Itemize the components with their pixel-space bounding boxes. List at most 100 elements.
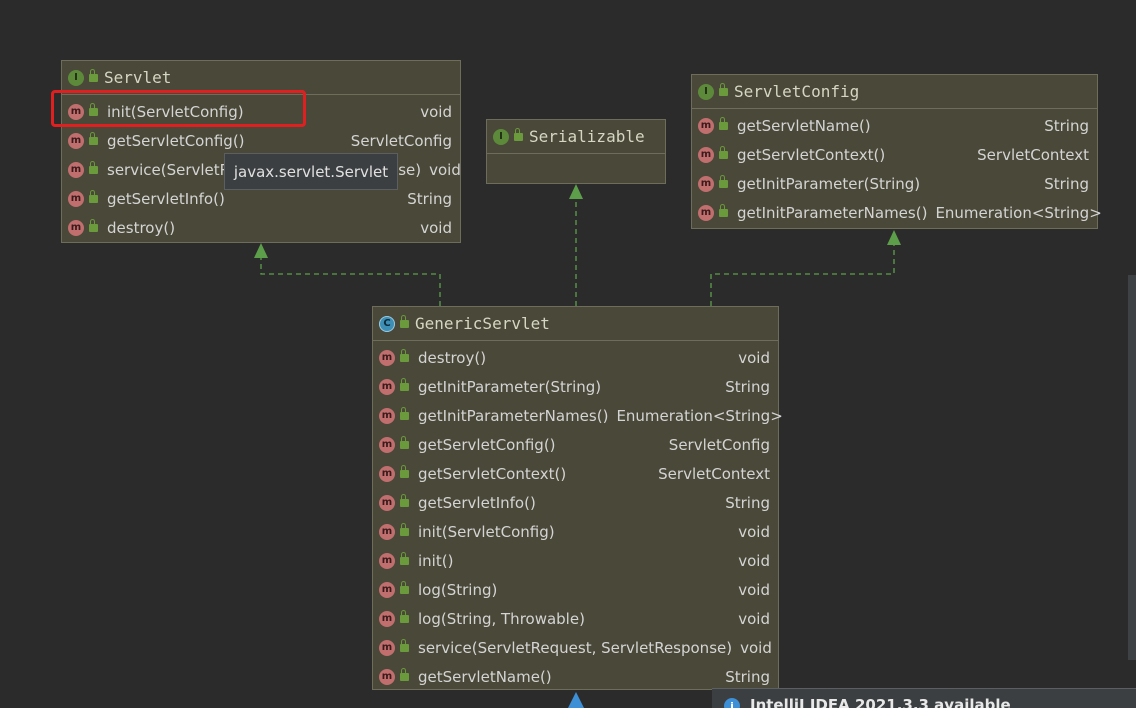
public-lock-icon bbox=[400, 406, 409, 420]
method-row[interactable]: m service(ServletRequest, ServletRespons… bbox=[373, 633, 778, 662]
servlet-title: Servlet bbox=[104, 68, 172, 87]
method-row[interactable]: m destroy() void bbox=[373, 343, 778, 372]
method-name: init() bbox=[418, 551, 454, 570]
method-icon: m bbox=[68, 190, 84, 207]
method-row[interactable]: m getInitParameterNames() Enumeration<St… bbox=[373, 401, 783, 430]
servlet-config-header: I ServletConfig bbox=[692, 75, 1097, 109]
method-name: getServletConfig() bbox=[418, 435, 556, 454]
servlet-config-interface-node[interactable]: I ServletConfig m getServletName() Strin… bbox=[691, 74, 1102, 229]
method-row[interactable]: m getServletName() String bbox=[373, 662, 778, 691]
method-return-type: String bbox=[1044, 116, 1089, 135]
interface-icon: I bbox=[493, 128, 509, 145]
servlet-config-title: ServletConfig bbox=[734, 82, 860, 101]
public-lock-icon bbox=[89, 131, 98, 145]
method-name: getServletConfig() bbox=[107, 131, 245, 150]
method-row[interactable]: m getServletInfo() String bbox=[373, 488, 778, 517]
method-name: getServletInfo() bbox=[418, 493, 536, 512]
info-icon: i bbox=[724, 698, 740, 708]
method-return-type: ServletConfig bbox=[668, 435, 770, 454]
connector-servlet-config bbox=[710, 245, 895, 306]
method-icon: m bbox=[698, 117, 714, 134]
servlet-config-methods: m getServletName() String m getServletCo… bbox=[692, 109, 1102, 227]
method-icon: m bbox=[379, 581, 395, 598]
method-icon: m bbox=[379, 523, 395, 540]
method-name: init(ServletConfig) bbox=[418, 522, 555, 541]
tooltip-text: javax.servlet.Servlet bbox=[233, 162, 389, 181]
method-return-type: void bbox=[738, 522, 770, 541]
method-icon: m bbox=[379, 668, 395, 685]
method-return-type: String bbox=[725, 493, 770, 512]
generic-servlet-class-node[interactable]: C GenericServlet m destroy() void m getI… bbox=[372, 306, 783, 691]
method-row[interactable]: m init(ServletConfig) void bbox=[373, 517, 778, 546]
method-name: getServletName() bbox=[418, 667, 552, 686]
method-row[interactable]: m getServletContext() ServletContext bbox=[373, 459, 778, 488]
method-row[interactable]: m init() void bbox=[373, 546, 778, 575]
arrowhead-subclass bbox=[568, 692, 584, 708]
generic-servlet-header: C GenericServlet bbox=[373, 307, 778, 341]
public-lock-icon bbox=[719, 203, 728, 217]
method-name: destroy() bbox=[107, 218, 176, 237]
public-lock-icon bbox=[719, 145, 728, 159]
method-name: getInitParameter(String) bbox=[737, 174, 921, 193]
method-row[interactable]: m getServletConfig() ServletConfig bbox=[373, 430, 778, 459]
arrowhead-serializable bbox=[569, 184, 583, 199]
serializable-interface-node[interactable]: I Serializable bbox=[486, 119, 666, 184]
public-lock-icon bbox=[400, 435, 409, 449]
method-row[interactable]: m getInitParameterNames() Enumeration<St… bbox=[692, 198, 1102, 227]
method-name: log(String) bbox=[418, 580, 498, 599]
method-icon: m bbox=[379, 407, 395, 424]
method-name: destroy() bbox=[418, 348, 487, 367]
method-icon: m bbox=[379, 639, 395, 656]
public-lock-icon bbox=[400, 638, 409, 652]
serializable-title: Serializable bbox=[529, 127, 645, 146]
method-row[interactable]: m getServletName() String bbox=[692, 111, 1097, 140]
method-icon: m bbox=[698, 175, 714, 192]
public-lock-icon bbox=[89, 160, 98, 174]
method-icon: m bbox=[698, 146, 714, 163]
interface-icon: I bbox=[68, 69, 84, 86]
method-row[interactable]: m getInitParameter(String) String bbox=[692, 169, 1097, 198]
interface-icon: I bbox=[698, 83, 714, 100]
method-icon: m bbox=[379, 610, 395, 627]
public-lock-icon bbox=[400, 348, 409, 362]
method-icon: m bbox=[68, 132, 84, 149]
method-name: getServletContext() bbox=[737, 145, 886, 164]
method-row[interactable]: m log(String, Throwable) void bbox=[373, 604, 778, 633]
public-lock-icon bbox=[400, 551, 409, 565]
public-lock-icon bbox=[89, 218, 98, 232]
method-return-type: void bbox=[738, 348, 770, 367]
update-notification[interactable]: i IntelliJ IDEA 2021.3.3 available bbox=[712, 688, 1136, 708]
method-return-type: ServletConfig bbox=[350, 131, 452, 150]
highlight-box bbox=[51, 90, 306, 127]
method-return-type: void bbox=[738, 609, 770, 628]
method-return-type: void bbox=[738, 580, 770, 599]
method-row[interactable]: m getServletContext() ServletContext bbox=[692, 140, 1097, 169]
notification-text: IntelliJ IDEA 2021.3.3 available bbox=[750, 696, 1011, 708]
method-icon: m bbox=[379, 465, 395, 482]
method-row[interactable]: m log(String) void bbox=[373, 575, 778, 604]
method-icon: m bbox=[68, 161, 84, 178]
public-lock-icon bbox=[400, 609, 409, 623]
generic-servlet-methods: m destroy() void m getInitParameter(Stri… bbox=[373, 341, 783, 691]
method-return-type: void bbox=[420, 102, 452, 121]
servlet-interface-node[interactable]: I Servlet m init(ServletConfig) void m g… bbox=[61, 60, 461, 243]
method-row[interactable]: m getInitParameter(String) String bbox=[373, 372, 778, 401]
vertical-scrollbar[interactable] bbox=[1128, 275, 1136, 660]
method-icon: m bbox=[68, 219, 84, 236]
public-lock-icon bbox=[89, 68, 98, 82]
method-return-type: void bbox=[740, 638, 772, 657]
method-return-type: ServletContext bbox=[658, 464, 770, 483]
method-return-type: String bbox=[407, 189, 452, 208]
class-icon: C bbox=[379, 315, 395, 332]
method-name: log(String, Throwable) bbox=[418, 609, 585, 628]
arrowhead-servlet-config bbox=[887, 230, 901, 245]
method-row[interactable]: m destroy() void bbox=[62, 213, 460, 242]
connector-servlet bbox=[260, 258, 441, 306]
public-lock-icon bbox=[719, 116, 728, 130]
method-icon: m bbox=[379, 436, 395, 453]
public-lock-icon bbox=[400, 493, 409, 507]
method-row[interactable]: m getServletConfig() ServletConfig bbox=[62, 126, 460, 155]
method-name: getInitParameter(String) bbox=[418, 377, 602, 396]
public-lock-icon bbox=[400, 522, 409, 536]
public-lock-icon bbox=[400, 464, 409, 478]
